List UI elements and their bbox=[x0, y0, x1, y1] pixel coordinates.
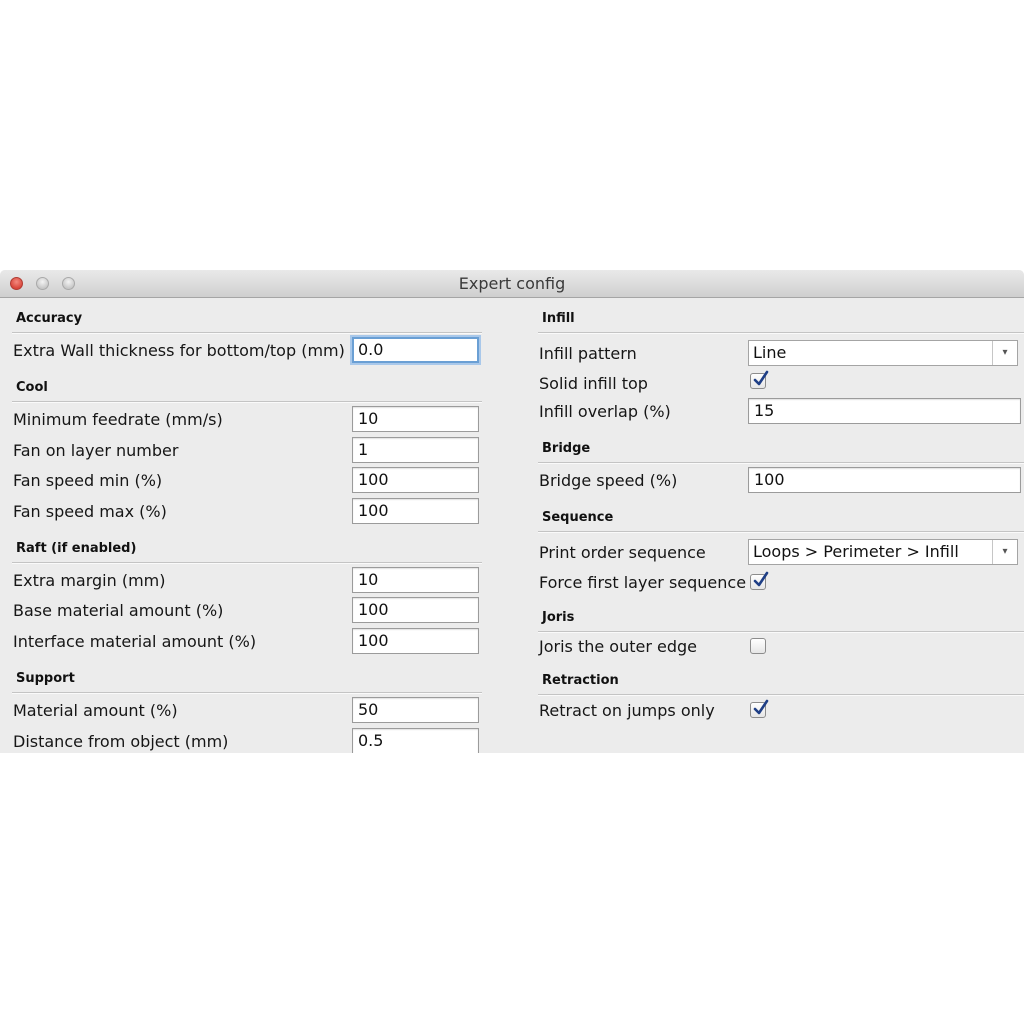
section-header-accuracy: Accuracy bbox=[16, 311, 83, 326]
fan-speed-min-input[interactable]: 100 bbox=[352, 467, 479, 493]
check-icon bbox=[753, 571, 769, 587]
fan-layer-input[interactable]: 1 bbox=[352, 437, 479, 463]
material-amount-label: Material amount (%) bbox=[13, 701, 178, 720]
fan-speed-max-label: Fan speed max (%) bbox=[13, 502, 167, 521]
interface-material-label: Interface material amount (%) bbox=[13, 632, 257, 651]
fan-speed-min-label: Fan speed min (%) bbox=[13, 471, 163, 490]
extra-margin-input[interactable]: 10 bbox=[352, 567, 479, 593]
section-header-infill: Infill bbox=[542, 311, 575, 326]
print-order-label: Print order sequence bbox=[539, 543, 706, 562]
section-header-cool: Cool bbox=[16, 380, 48, 395]
extra-margin-label: Extra margin (mm) bbox=[13, 571, 166, 590]
section-divider bbox=[538, 694, 1024, 696]
infill-pattern-label: Infill pattern bbox=[539, 344, 637, 363]
min-feedrate-label: Minimum feedrate (mm/s) bbox=[13, 410, 223, 429]
force-first-layer-label: Force first layer sequence bbox=[539, 573, 747, 592]
chevron-down-icon[interactable]: ▾ bbox=[992, 540, 1017, 564]
section-header-sequence: Sequence bbox=[542, 510, 614, 525]
section-divider bbox=[538, 462, 1024, 464]
infill-overlap-label: Infill overlap (%) bbox=[539, 402, 671, 421]
retract-jumps-only-label: Retract on jumps only bbox=[539, 701, 715, 720]
section-divider bbox=[538, 531, 1024, 533]
base-material-label: Base material amount (%) bbox=[13, 601, 224, 620]
fan-speed-max-input[interactable]: 100 bbox=[352, 498, 479, 524]
force-first-layer-checkbox[interactable] bbox=[750, 571, 769, 590]
solid-infill-top-label: Solid infill top bbox=[539, 374, 648, 393]
interface-material-input[interactable]: 100 bbox=[352, 628, 479, 654]
chevron-down-icon[interactable]: ▾ bbox=[992, 341, 1017, 365]
section-divider bbox=[538, 332, 1024, 334]
section-header-joris: Joris bbox=[542, 610, 575, 625]
min-feedrate-input[interactable]: 10 bbox=[352, 406, 479, 432]
bridge-speed-input[interactable]: 100 bbox=[748, 467, 1021, 493]
section-header-bridge: Bridge bbox=[542, 441, 591, 456]
print-order-select[interactable]: Loops > Perimeter > Infill ▾ bbox=[748, 539, 1018, 565]
print-order-value: Loops > Perimeter > Infill bbox=[753, 542, 959, 561]
extra-wall-input[interactable]: 0.0 bbox=[352, 337, 479, 363]
joris-outer-edge-checkbox[interactable] bbox=[750, 638, 766, 654]
extra-wall-label: Extra Wall thickness for bottom/top (mm) bbox=[13, 341, 345, 360]
section-divider bbox=[12, 562, 482, 564]
check-icon bbox=[753, 699, 769, 715]
infill-pattern-select[interactable]: Line ▾ bbox=[748, 340, 1018, 366]
section-divider bbox=[12, 401, 482, 403]
bridge-speed-label: Bridge speed (%) bbox=[539, 471, 678, 490]
check-icon bbox=[753, 370, 769, 386]
retract-jumps-only-checkbox[interactable] bbox=[750, 699, 769, 718]
window-title: Expert config bbox=[458, 274, 566, 293]
solid-infill-top-checkbox[interactable] bbox=[750, 370, 769, 389]
section-header-raft: Raft (if enabled) bbox=[16, 541, 137, 556]
distance-from-object-input[interactable]: 0.5 bbox=[352, 728, 479, 753]
base-material-input[interactable]: 100 bbox=[352, 597, 479, 623]
infill-overlap-input[interactable]: 15 bbox=[748, 398, 1021, 424]
expert-config-window: Expert config Accuracy Extra Wall thickn… bbox=[0, 270, 1024, 753]
section-divider bbox=[12, 692, 482, 694]
section-divider bbox=[538, 631, 1024, 633]
fan-layer-label: Fan on layer number bbox=[13, 441, 179, 460]
section-header-retraction: Retraction bbox=[542, 673, 619, 688]
infill-pattern-value: Line bbox=[753, 343, 787, 362]
section-divider bbox=[12, 332, 482, 334]
section-header-support: Support bbox=[16, 671, 75, 686]
joris-outer-edge-label: Joris the outer edge bbox=[539, 637, 698, 656]
title-bar[interactable]: Expert config bbox=[0, 270, 1024, 298]
material-amount-input[interactable]: 50 bbox=[352, 697, 479, 723]
distance-from-object-label: Distance from object (mm) bbox=[13, 732, 229, 751]
